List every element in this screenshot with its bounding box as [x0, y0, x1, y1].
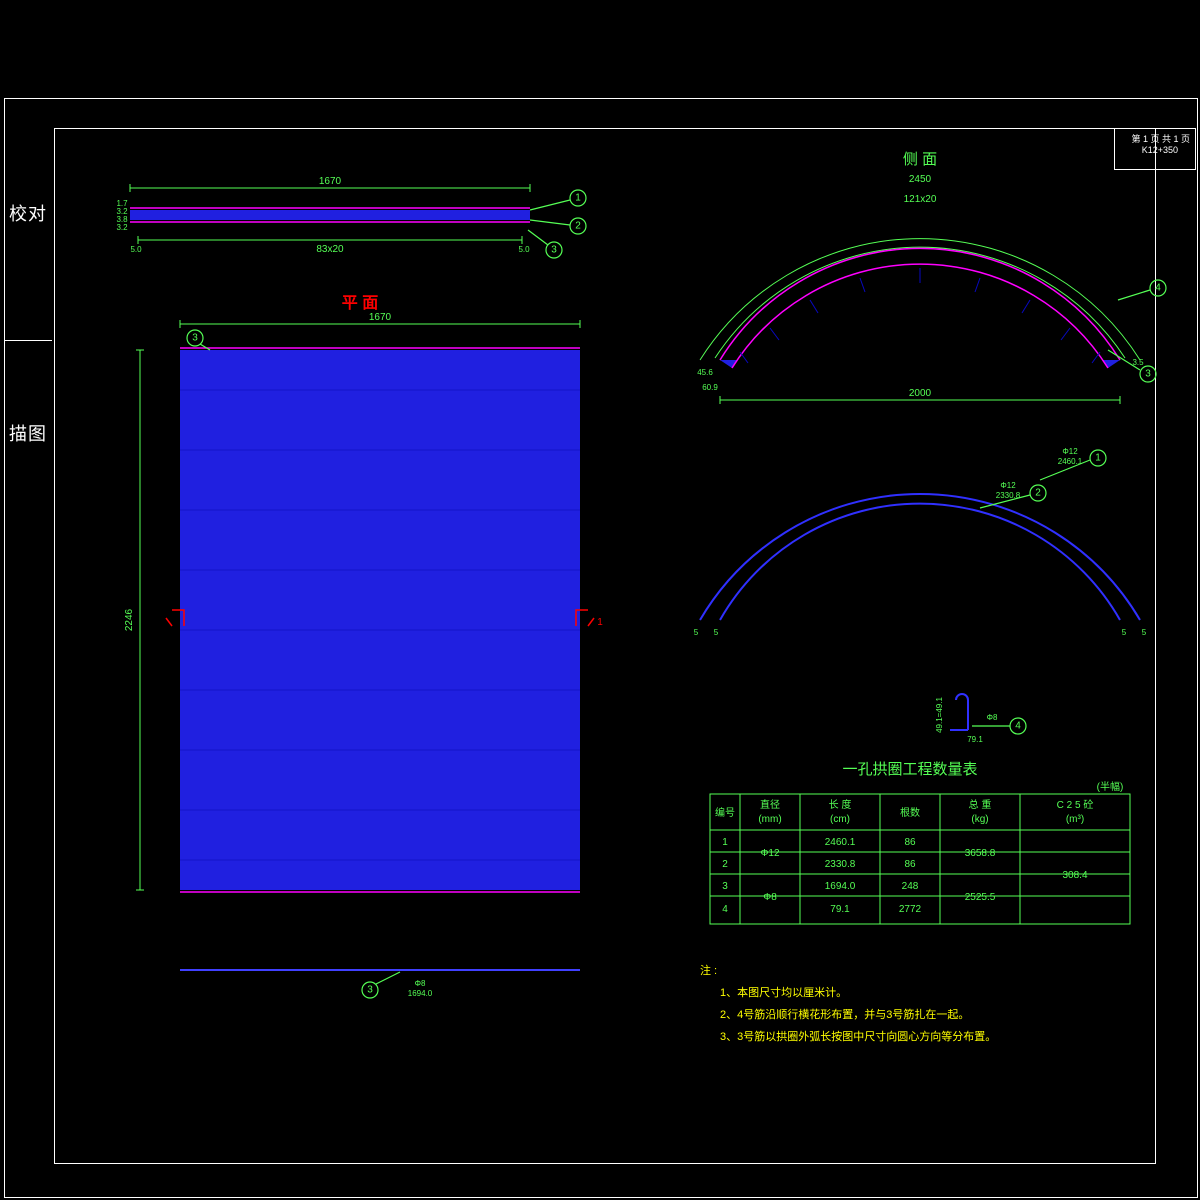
svg-text:长 度: 长 度 [829, 798, 852, 811]
svg-text:Φ8: Φ8 [987, 713, 998, 722]
notes: 注 : 1、本图尺寸均以厘米计。 2、4号筋沿顺行横花形布置，并与3号筋扎在一起… [700, 960, 1180, 1070]
svg-text:1670: 1670 [369, 312, 392, 323]
svg-text:2330.8: 2330.8 [996, 491, 1021, 500]
svg-text:编号: 编号 [715, 806, 735, 819]
svg-text:Φ12: Φ12 [760, 848, 780, 859]
svg-text:3658.8: 3658.8 [965, 848, 996, 859]
svg-text:侧 面: 侧 面 [903, 151, 937, 168]
sidebar-label-review: 校对 [6, 200, 50, 226]
svg-text:2450: 2450 [909, 174, 932, 185]
svg-text:2: 2 [722, 859, 728, 870]
svg-text:60.9: 60.9 [702, 383, 718, 392]
svg-text:3.2: 3.2 [116, 223, 128, 232]
svg-text:3: 3 [1145, 369, 1151, 380]
top-strip-view: 1670 83x20 5.0 5.0 1.7 3.2 3.8 3.2 1 2 3 [80, 170, 620, 280]
svg-text:1、本图尺寸均以厘米计。: 1、本图尺寸均以厘米计。 [720, 985, 847, 999]
side-view: 侧 面 2450 121x20 2000 60.9 45.6 3.5 4 3 [660, 150, 1180, 430]
svg-text:83x20: 83x20 [316, 244, 344, 255]
svg-text:86: 86 [904, 859, 916, 870]
svg-text:2772: 2772 [899, 904, 922, 915]
svg-text:2460.1: 2460.1 [825, 837, 856, 848]
svg-text:1694.0: 1694.0 [408, 989, 433, 998]
svg-text:79.1: 79.1 [967, 735, 983, 744]
svg-text:248: 248 [902, 881, 919, 892]
svg-text:1694.0: 1694.0 [825, 881, 856, 892]
svg-text:3: 3 [722, 881, 728, 892]
svg-text:4: 4 [1015, 721, 1021, 732]
svg-text:3、3号筋以拱圈外弧长按图中尺寸向圆心方向等分布置。: 3、3号筋以拱圈外弧长按图中尺寸向圆心方向等分布置。 [720, 1029, 996, 1043]
svg-text:45.6: 45.6 [697, 368, 713, 377]
svg-text:Φ8: Φ8 [415, 979, 426, 988]
svg-text:5: 5 [714, 628, 719, 637]
svg-text:2: 2 [1035, 488, 1041, 499]
page-label: 第 1 页 共 1 页 [1131, 132, 1190, 145]
hook-detail: 49.1=49.1 4 Φ8 79.1 [920, 680, 1120, 750]
svg-text:直径: 直径 [760, 798, 780, 811]
sidebar-label-trace: 描图 [6, 420, 50, 446]
svg-text:1: 1 [1095, 453, 1101, 464]
rebar-arcs: 5 5 5 5 1 Φ12 2460.1 2 Φ12 2330.8 [660, 440, 1180, 650]
svg-text:49.1=49.1: 49.1=49.1 [935, 697, 944, 733]
svg-text:(kg): (kg) [971, 814, 988, 825]
svg-text:2、4号筋沿顺行横花形布置，并与3号筋扎在一起。: 2、4号筋沿顺行横花形布置，并与3号筋扎在一起。 [720, 1007, 969, 1021]
svg-text:2246: 2246 [124, 608, 135, 631]
svg-text:3: 3 [367, 985, 373, 996]
svg-text:一孔拱圈工程数量表: 一孔拱圈工程数量表 [842, 761, 977, 778]
svg-text:5.0: 5.0 [130, 245, 142, 254]
svg-text:2460.1: 2460.1 [1058, 457, 1083, 466]
svg-text:3.5: 3.5 [1132, 358, 1144, 367]
svg-text:5: 5 [1142, 628, 1147, 637]
svg-text:Φ12: Φ12 [1000, 481, 1016, 490]
svg-text:3: 3 [551, 245, 557, 256]
svg-text:86: 86 [904, 837, 916, 848]
svg-text:2: 2 [575, 221, 581, 232]
svg-text:5: 5 [694, 628, 699, 637]
svg-text:(cm): (cm) [830, 814, 850, 825]
svg-text:2525.5: 2525.5 [965, 892, 996, 903]
svg-text:(m³): (m³) [1066, 814, 1084, 825]
svg-text:1: 1 [597, 617, 603, 628]
svg-text:5: 5 [1122, 628, 1127, 637]
svg-text:(半幅): (半幅) [1097, 780, 1124, 793]
svg-text:5.0: 5.0 [518, 245, 530, 254]
svg-text:4: 4 [722, 904, 728, 915]
svg-text:3: 3 [192, 333, 198, 344]
svg-text:2000: 2000 [909, 388, 932, 399]
svg-text:注 :: 注 : [700, 963, 717, 977]
svg-text:根数: 根数 [900, 806, 920, 819]
svg-text:121x20: 121x20 [904, 194, 937, 205]
svg-text:(mm): (mm) [758, 814, 781, 825]
svg-text:1: 1 [575, 193, 581, 204]
svg-text:Φ12: Φ12 [1062, 447, 1078, 456]
svg-text:2330.8: 2330.8 [825, 859, 856, 870]
plan-view: 平 面 1670 1 3 2246 3 Φ8 1694.0 [80, 290, 640, 1020]
svg-text:Φ8: Φ8 [763, 892, 777, 903]
sidebar-separator [4, 340, 52, 341]
svg-text:1670: 1670 [319, 176, 342, 187]
svg-text:4: 4 [1155, 283, 1161, 294]
svg-text:79.1: 79.1 [830, 904, 850, 915]
svg-text:C 2 5 砼: C 2 5 砼 [1057, 798, 1094, 811]
svg-text:1: 1 [722, 837, 728, 848]
quantity-table: 一孔拱圈工程数量表 (半幅) 编号 直径 (mm) 长 度 (cm) 根数 总 重 (… [700, 760, 1160, 940]
svg-text:总 重: 总 重 [969, 798, 992, 811]
svg-text:308.4: 308.4 [1062, 870, 1087, 881]
svg-text:平 面: 平 面 [342, 294, 378, 312]
